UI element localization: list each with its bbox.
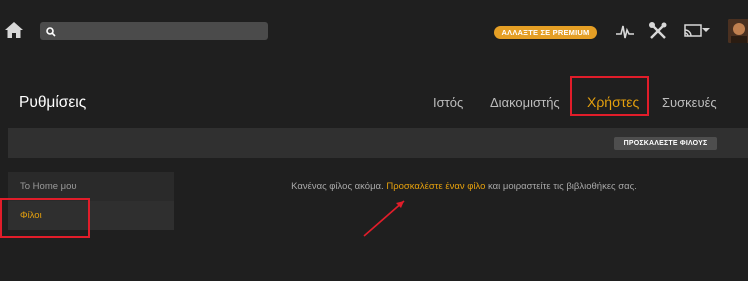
avatar[interactable] xyxy=(728,19,748,43)
sidebar-item-my-home[interactable]: Το Home μου xyxy=(8,172,174,201)
home-icon[interactable] xyxy=(4,20,24,40)
empty-friends-message: Κανένας φίλος ακόμα. Προσκαλέστε έναν φί… xyxy=(180,181,748,192)
activity-icon[interactable] xyxy=(614,20,636,42)
tab-annotation-box xyxy=(570,76,649,116)
message-text-after: και μοιραστείτε τις βιβλιοθήκες σας. xyxy=(485,181,637,192)
tools-icon[interactable] xyxy=(647,20,669,42)
top-bar: ΑΛΛΑΞΤΕ ΣΕ PREMIUM xyxy=(0,0,748,58)
invite-friends-button[interactable]: ΠΡΟΣΚΑΛΕΣΤΕ ΦΙΛΟΥΣ xyxy=(614,137,717,150)
message-text-before: Κανένας φίλος ακόμα. xyxy=(291,181,387,192)
go-premium-button[interactable]: ΑΛΛΑΞΤΕ ΣΕ PREMIUM xyxy=(494,26,597,39)
tab-web[interactable]: Ιστός xyxy=(433,95,463,110)
invite-friend-link[interactable]: Προσκαλέστε έναν φίλο xyxy=(386,181,485,192)
tab-server[interactable]: Διακομιστής xyxy=(490,95,560,110)
search-icon xyxy=(45,25,57,37)
search-input[interactable] xyxy=(40,22,268,40)
sidebar-annotation-box xyxy=(0,198,90,238)
tab-devices[interactable]: Συσκευές xyxy=(662,95,717,110)
page-title: Ρυθμίσεις xyxy=(19,94,87,111)
annotation-arrow-icon xyxy=(360,196,410,240)
chevron-down-icon[interactable] xyxy=(700,20,712,42)
